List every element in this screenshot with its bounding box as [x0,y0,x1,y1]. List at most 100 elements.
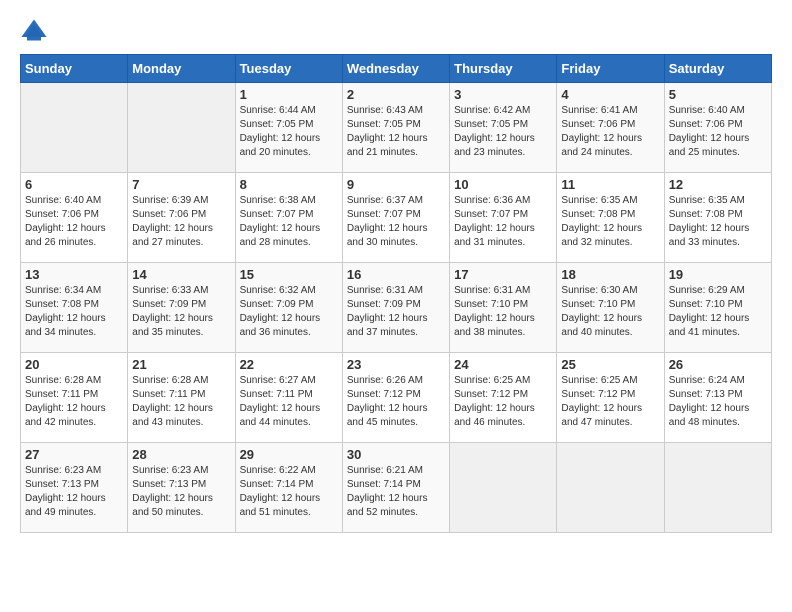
day-info: Sunrise: 6:41 AMSunset: 7:06 PMDaylight:… [561,104,659,160]
day-number: 8 [240,177,338,192]
calendar-table: SundayMondayTuesdayWednesdayThursdayFrid… [20,54,772,533]
calendar-row-4: 27 Sunrise: 6:23 AMSunset: 7:13 PMDayligh… [21,443,772,533]
day-info: Sunrise: 6:26 AMSunset: 7:12 PMDaylight:… [347,374,445,430]
weekday-header-sunday: Sunday [21,55,128,83]
calendar-cell: 28 Sunrise: 6:23 AMSunset: 7:13 PMDayligh… [128,443,235,533]
day-info: Sunrise: 6:35 AMSunset: 7:08 PMDaylight:… [669,194,767,250]
calendar-cell [664,443,771,533]
day-number: 23 [347,357,445,372]
day-info: Sunrise: 6:28 AMSunset: 7:11 PMDaylight:… [25,374,123,430]
day-number: 20 [25,357,123,372]
day-info: Sunrise: 6:24 AMSunset: 7:13 PMDaylight:… [669,374,767,430]
day-info: Sunrise: 6:39 AMSunset: 7:06 PMDaylight:… [132,194,230,250]
calendar-cell: 21Sunrise: 6:28 AMSunset: 7:11 PMDayligh… [128,353,235,443]
day-number: 6 [25,177,123,192]
day-number: 19 [669,267,767,282]
calendar-cell: 20 Sunrise: 6:28 AMSunset: 7:11 PMDayligh… [21,353,128,443]
logo [20,16,52,44]
day-info: Sunrise: 6:23 AMSunset: 7:13 PMDaylight:… [132,464,230,520]
calendar-cell: 10Sunrise: 6:36 AMSunset: 7:07 PMDayligh… [450,173,557,263]
day-number: 28 [132,447,230,462]
day-number: 22 [240,357,338,372]
calendar-cell: 26Sunrise: 6:24 AMSunset: 7:13 PMDayligh… [664,353,771,443]
weekday-header-friday: Friday [557,55,664,83]
calendar-cell: 16 Sunrise: 6:31 AMSunset: 7:09 PMDayligh… [342,263,449,353]
calendar-cell [450,443,557,533]
calendar-cell: 2 Sunrise: 6:43 AMSunset: 7:05 PMDaylight… [342,83,449,173]
weekday-header-wednesday: Wednesday [342,55,449,83]
calendar-cell: 12 Sunrise: 6:35 AMSunset: 7:08 PMDayligh… [664,173,771,263]
weekday-header-saturday: Saturday [664,55,771,83]
day-number: 29 [240,447,338,462]
calendar-cell: 9 Sunrise: 6:37 AMSunset: 7:07 PMDaylight… [342,173,449,263]
day-info: Sunrise: 6:30 AMSunset: 7:10 PMDaylight:… [561,284,659,340]
day-info: Sunrise: 6:25 AMSunset: 7:12 PMDaylight:… [454,374,552,430]
calendar-cell: 17 Sunrise: 6:31 AMSunset: 7:10 PMDayligh… [450,263,557,353]
calendar-cell: 11Sunrise: 6:35 AMSunset: 7:08 PMDayligh… [557,173,664,263]
day-info: Sunrise: 6:40 AMSunset: 7:06 PMDaylight:… [25,194,123,250]
weekday-header-thursday: Thursday [450,55,557,83]
calendar-cell: 18Sunrise: 6:30 AMSunset: 7:10 PMDayligh… [557,263,664,353]
weekday-header-tuesday: Tuesday [235,55,342,83]
day-info: Sunrise: 6:31 AMSunset: 7:09 PMDaylight:… [347,284,445,340]
calendar-cell [557,443,664,533]
day-number: 16 [347,267,445,282]
day-info: Sunrise: 6:37 AMSunset: 7:07 PMDaylight:… [347,194,445,250]
day-info: Sunrise: 6:25 AMSunset: 7:12 PMDaylight:… [561,374,659,430]
day-info: Sunrise: 6:40 AMSunset: 7:06 PMDaylight:… [669,104,767,160]
header [20,16,772,44]
calendar-cell: 5 Sunrise: 6:40 AMSunset: 7:06 PMDaylight… [664,83,771,173]
day-info: Sunrise: 6:44 AMSunset: 7:05 PMDaylight:… [240,104,338,160]
day-number: 25 [561,357,659,372]
calendar-cell: 4 Sunrise: 6:41 AMSunset: 7:06 PMDaylight… [557,83,664,173]
day-number: 14 [132,267,230,282]
day-info: Sunrise: 6:23 AMSunset: 7:13 PMDaylight:… [25,464,123,520]
day-info: Sunrise: 6:22 AMSunset: 7:14 PMDaylight:… [240,464,338,520]
calendar-cell: 22Sunrise: 6:27 AMSunset: 7:11 PMDayligh… [235,353,342,443]
day-number: 3 [454,87,552,102]
day-number: 15 [240,267,338,282]
day-number: 12 [669,177,767,192]
day-number: 7 [132,177,230,192]
calendar-row-3: 20 Sunrise: 6:28 AMSunset: 7:11 PMDayligh… [21,353,772,443]
calendar-cell: 25 Sunrise: 6:25 AMSunset: 7:12 PMDayligh… [557,353,664,443]
day-number: 1 [240,87,338,102]
weekday-header-row: SundayMondayTuesdayWednesdayThursdayFrid… [21,55,772,83]
calendar-cell: 14Sunrise: 6:33 AMSunset: 7:09 PMDayligh… [128,263,235,353]
day-number: 5 [669,87,767,102]
calendar-row-1: 6 Sunrise: 6:40 AMSunset: 7:06 PMDaylight… [21,173,772,263]
day-number: 24 [454,357,552,372]
day-info: Sunrise: 6:31 AMSunset: 7:10 PMDaylight:… [454,284,552,340]
day-number: 17 [454,267,552,282]
day-info: Sunrise: 6:43 AMSunset: 7:05 PMDaylight:… [347,104,445,160]
day-number: 13 [25,267,123,282]
calendar-cell: 30 Sunrise: 6:21 AMSunset: 7:14 PMDayligh… [342,443,449,533]
calendar-cell [128,83,235,173]
calendar-cell: 7 Sunrise: 6:39 AMSunset: 7:06 PMDaylight… [128,173,235,263]
calendar-cell: 24 Sunrise: 6:25 AMSunset: 7:12 PMDayligh… [450,353,557,443]
calendar-cell: 23 Sunrise: 6:26 AMSunset: 7:12 PMDayligh… [342,353,449,443]
calendar-cell: 27 Sunrise: 6:23 AMSunset: 7:13 PMDayligh… [21,443,128,533]
weekday-header-monday: Monday [128,55,235,83]
day-info: Sunrise: 6:29 AMSunset: 7:10 PMDaylight:… [669,284,767,340]
day-number: 4 [561,87,659,102]
day-info: Sunrise: 6:34 AMSunset: 7:08 PMDaylight:… [25,284,123,340]
calendar-cell: 8 Sunrise: 6:38 AMSunset: 7:07 PMDaylight… [235,173,342,263]
calendar-cell: 3 Sunrise: 6:42 AMSunset: 7:05 PMDaylight… [450,83,557,173]
day-number: 2 [347,87,445,102]
day-number: 11 [561,177,659,192]
day-info: Sunrise: 6:21 AMSunset: 7:14 PMDaylight:… [347,464,445,520]
page: SundayMondayTuesdayWednesdayThursdayFrid… [0,0,792,549]
logo-icon [20,16,48,44]
calendar-row-2: 13 Sunrise: 6:34 AMSunset: 7:08 PMDayligh… [21,263,772,353]
calendar-cell [21,83,128,173]
day-number: 9 [347,177,445,192]
day-number: 27 [25,447,123,462]
day-info: Sunrise: 6:38 AMSunset: 7:07 PMDaylight:… [240,194,338,250]
day-info: Sunrise: 6:28 AMSunset: 7:11 PMDaylight:… [132,374,230,430]
day-number: 30 [347,447,445,462]
calendar-row-0: 1 Sunrise: 6:44 AMSunset: 7:05 PMDaylight… [21,83,772,173]
calendar-cell: 29 Sunrise: 6:22 AMSunset: 7:14 PMDayligh… [235,443,342,533]
calendar-cell: 19 Sunrise: 6:29 AMSunset: 7:10 PMDayligh… [664,263,771,353]
day-info: Sunrise: 6:42 AMSunset: 7:05 PMDaylight:… [454,104,552,160]
